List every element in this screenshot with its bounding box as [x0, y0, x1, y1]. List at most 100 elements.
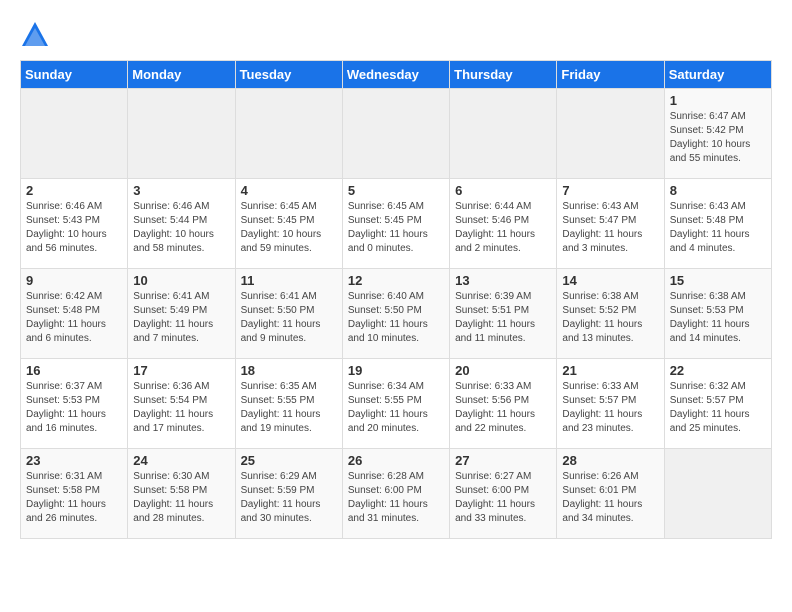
calendar-cell: 28Sunrise: 6:26 AM Sunset: 6:01 PM Dayli… [557, 449, 664, 539]
day-number: 2 [26, 183, 122, 198]
day-number: 3 [133, 183, 229, 198]
calendar-cell: 8 Sunrise: 6:43 AM Sunset: 5:48 PM Daylig… [664, 179, 771, 269]
day-info: Sunrise: 6:45 AM Sunset: 5:45 PM Dayligh… [241, 200, 337, 256]
day-number: 24 [133, 453, 229, 468]
calendar-cell: 27Sunrise: 6:27 AM Sunset: 6:00 PM Dayli… [450, 449, 557, 539]
calendar-cell: 2 Sunrise: 6:46 AM Sunset: 5:43 PM Daylig… [21, 179, 128, 269]
day-number: 11 [241, 273, 337, 288]
day-number: 6 [455, 183, 551, 198]
day-number: 20 [455, 363, 551, 378]
calendar-cell: 6 Sunrise: 6:44 AM Sunset: 5:46 PM Daylig… [450, 179, 557, 269]
day-info: Sunrise: 6:30 AM Sunset: 5:58 PM Dayligh… [133, 470, 229, 526]
day-number: 13 [455, 273, 551, 288]
day-info: Sunrise: 6:37 AM Sunset: 5:53 PM Dayligh… [26, 380, 122, 436]
calendar-cell: 9 Sunrise: 6:42 AM Sunset: 5:48 PM Daylig… [21, 269, 128, 359]
calendar-week-1: 1 Sunrise: 6:47 AM Sunset: 5:42 PM Daylig… [21, 89, 772, 179]
day-header-saturday: Saturday [664, 61, 771, 89]
calendar-cell: 13 Sunrise: 6:39 AM Sunset: 5:51 PM Dayli… [450, 269, 557, 359]
day-number: 27 [455, 453, 551, 468]
calendar-cell: 3 Sunrise: 6:46 AM Sunset: 5:44 PM Daylig… [128, 179, 235, 269]
day-header-tuesday: Tuesday [235, 61, 342, 89]
calendar-cell [21, 89, 128, 179]
day-number: 23 [26, 453, 122, 468]
day-info: Sunrise: 6:35 AM Sunset: 5:55 PM Dayligh… [241, 380, 337, 436]
calendar: SundayMondayTuesdayWednesdayThursdayFrid… [20, 60, 772, 539]
day-info: Sunrise: 6:41 AM Sunset: 5:49 PM Dayligh… [133, 290, 229, 346]
day-number: 8 [670, 183, 766, 198]
calendar-week-3: 9 Sunrise: 6:42 AM Sunset: 5:48 PM Daylig… [21, 269, 772, 359]
day-info: Sunrise: 6:34 AM Sunset: 5:55 PM Dayligh… [348, 380, 444, 436]
day-info: Sunrise: 6:47 AM Sunset: 5:42 PM Dayligh… [670, 110, 766, 166]
day-header-monday: Monday [128, 61, 235, 89]
calendar-header-row: SundayMondayTuesdayWednesdayThursdayFrid… [21, 61, 772, 89]
day-info: Sunrise: 6:33 AM Sunset: 5:56 PM Dayligh… [455, 380, 551, 436]
day-number: 5 [348, 183, 444, 198]
calendar-week-5: 23 Sunrise: 6:31 AM Sunset: 5:58 PM Dayli… [21, 449, 772, 539]
day-number: 18 [241, 363, 337, 378]
calendar-cell: 4 Sunrise: 6:45 AM Sunset: 5:45 PM Daylig… [235, 179, 342, 269]
page-header [20, 20, 772, 50]
calendar-cell: 1 Sunrise: 6:47 AM Sunset: 5:42 PM Daylig… [664, 89, 771, 179]
calendar-cell: 20 Sunrise: 6:33 AM Sunset: 5:56 PM Dayli… [450, 359, 557, 449]
calendar-cell: 19 Sunrise: 6:34 AM Sunset: 5:55 PM Dayli… [342, 359, 449, 449]
day-number: 26 [348, 453, 444, 468]
day-number: 14 [562, 273, 658, 288]
day-number: 15 [670, 273, 766, 288]
day-info: Sunrise: 6:38 AM Sunset: 5:52 PM Dayligh… [562, 290, 658, 346]
calendar-cell: 11 Sunrise: 6:41 AM Sunset: 5:50 PM Dayli… [235, 269, 342, 359]
day-number: 17 [133, 363, 229, 378]
day-info: Sunrise: 6:43 AM Sunset: 5:47 PM Dayligh… [562, 200, 658, 256]
day-number: 7 [562, 183, 658, 198]
calendar-cell [342, 89, 449, 179]
day-info: Sunrise: 6:42 AM Sunset: 5:48 PM Dayligh… [26, 290, 122, 346]
calendar-cell: 18 Sunrise: 6:35 AM Sunset: 5:55 PM Dayli… [235, 359, 342, 449]
day-header-friday: Friday [557, 61, 664, 89]
calendar-cell: 7 Sunrise: 6:43 AM Sunset: 5:47 PM Daylig… [557, 179, 664, 269]
calendar-week-2: 2 Sunrise: 6:46 AM Sunset: 5:43 PM Daylig… [21, 179, 772, 269]
day-header-wednesday: Wednesday [342, 61, 449, 89]
day-info: Sunrise: 6:32 AM Sunset: 5:57 PM Dayligh… [670, 380, 766, 436]
day-info: Sunrise: 6:38 AM Sunset: 5:53 PM Dayligh… [670, 290, 766, 346]
logo-icon [20, 20, 50, 50]
day-info: Sunrise: 6:46 AM Sunset: 5:44 PM Dayligh… [133, 200, 229, 256]
day-header-sunday: Sunday [21, 61, 128, 89]
calendar-cell [235, 89, 342, 179]
calendar-cell: 5 Sunrise: 6:45 AM Sunset: 5:45 PM Daylig… [342, 179, 449, 269]
calendar-cell [664, 449, 771, 539]
day-number: 19 [348, 363, 444, 378]
day-info: Sunrise: 6:31 AM Sunset: 5:58 PM Dayligh… [26, 470, 122, 526]
day-info: Sunrise: 6:45 AM Sunset: 5:45 PM Dayligh… [348, 200, 444, 256]
calendar-cell: 22 Sunrise: 6:32 AM Sunset: 5:57 PM Dayli… [664, 359, 771, 449]
calendar-cell: 10 Sunrise: 6:41 AM Sunset: 5:49 PM Dayli… [128, 269, 235, 359]
day-number: 10 [133, 273, 229, 288]
day-number: 21 [562, 363, 658, 378]
day-info: Sunrise: 6:46 AM Sunset: 5:43 PM Dayligh… [26, 200, 122, 256]
day-info: Sunrise: 6:44 AM Sunset: 5:46 PM Dayligh… [455, 200, 551, 256]
calendar-cell: 17 Sunrise: 6:36 AM Sunset: 5:54 PM Dayli… [128, 359, 235, 449]
day-number: 9 [26, 273, 122, 288]
day-info: Sunrise: 6:29 AM Sunset: 5:59 PM Dayligh… [241, 470, 337, 526]
day-number: 16 [26, 363, 122, 378]
day-number: 12 [348, 273, 444, 288]
calendar-cell: 25 Sunrise: 6:29 AM Sunset: 5:59 PM Dayli… [235, 449, 342, 539]
day-number: 1 [670, 93, 766, 108]
day-info: Sunrise: 6:43 AM Sunset: 5:48 PM Dayligh… [670, 200, 766, 256]
day-number: 25 [241, 453, 337, 468]
day-info: Sunrise: 6:36 AM Sunset: 5:54 PM Dayligh… [133, 380, 229, 436]
calendar-week-4: 16 Sunrise: 6:37 AM Sunset: 5:53 PM Dayli… [21, 359, 772, 449]
day-info: Sunrise: 6:41 AM Sunset: 5:50 PM Dayligh… [241, 290, 337, 346]
day-number: 22 [670, 363, 766, 378]
calendar-cell: 16 Sunrise: 6:37 AM Sunset: 5:53 PM Dayli… [21, 359, 128, 449]
calendar-cell [450, 89, 557, 179]
day-info: Sunrise: 6:39 AM Sunset: 5:51 PM Dayligh… [455, 290, 551, 346]
calendar-cell [128, 89, 235, 179]
day-info: Sunrise: 6:28 AM Sunset: 6:00 PM Dayligh… [348, 470, 444, 526]
calendar-cell: 24 Sunrise: 6:30 AM Sunset: 5:58 PM Dayli… [128, 449, 235, 539]
calendar-cell: 26 Sunrise: 6:28 AM Sunset: 6:00 PM Dayli… [342, 449, 449, 539]
day-number: 4 [241, 183, 337, 198]
calendar-cell: 14 Sunrise: 6:38 AM Sunset: 5:52 PM Dayli… [557, 269, 664, 359]
day-info: Sunrise: 6:33 AM Sunset: 5:57 PM Dayligh… [562, 380, 658, 436]
day-info: Sunrise: 6:40 AM Sunset: 5:50 PM Dayligh… [348, 290, 444, 346]
logo [20, 20, 52, 50]
day-info: Sunrise: 6:26 AM Sunset: 6:01 PM Dayligh… [562, 470, 658, 526]
